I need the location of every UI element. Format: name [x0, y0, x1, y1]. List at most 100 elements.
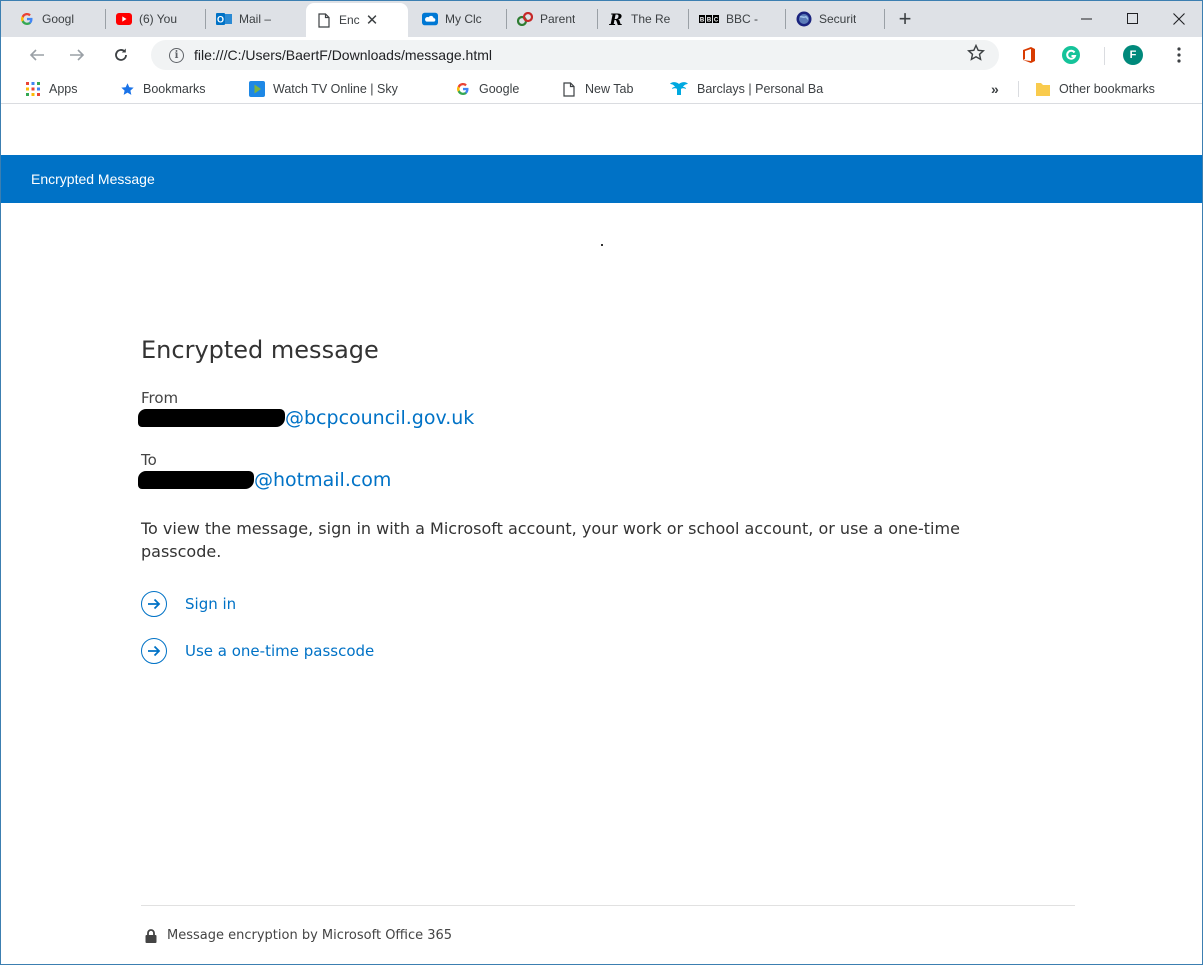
bookmark-label: New Tab — [585, 82, 634, 96]
tab-label: Securit — [819, 12, 857, 26]
toolbar-divider — [1104, 47, 1105, 65]
back-arrow-icon — [29, 49, 44, 61]
cloud-icon — [422, 11, 438, 27]
tab-label: Parent — [540, 12, 576, 26]
apps-grid-icon — [25, 81, 41, 97]
from-address: @bcpcouncil.gov.uk — [138, 407, 1071, 429]
bookmarks-bar: Apps Bookmarks Watch TV Online | Sky Goo… — [1, 74, 1202, 104]
bookmark-watch-tv[interactable]: Watch TV Online | Sky — [249, 74, 445, 104]
bookmark-google[interactable]: Google — [455, 74, 519, 104]
tab-google[interactable]: Googl — [9, 1, 105, 37]
tab-strip: Googl (6) You O Mail – Enc ✕ My Clc Pare… — [1, 1, 1202, 37]
bookmarks-overflow-button[interactable]: » — [991, 74, 999, 104]
bookmark-label: Bookmarks — [143, 82, 206, 96]
redaction-bar — [138, 409, 285, 427]
stray-dot — [601, 244, 603, 246]
from-section: From @bcpcouncil.gov.uk — [138, 389, 1071, 429]
close-tab-icon[interactable]: ✕ — [366, 11, 379, 29]
one-time-passcode-label: Use a one-time passcode — [185, 642, 375, 660]
tab-label: Mail – — [239, 12, 272, 26]
minimize-button[interactable] — [1064, 1, 1110, 37]
bookmark-new-tab[interactable]: New Tab — [561, 74, 633, 104]
from-label: From — [141, 389, 179, 407]
to-address: @hotmail.com — [138, 469, 1071, 491]
tab-separator — [884, 9, 885, 29]
globe-icon — [796, 11, 812, 27]
tab-label: The Re — [631, 12, 671, 26]
sign-in-label: Sign in — [185, 595, 237, 613]
the-r-icon: R — [609, 9, 623, 29]
address-url[interactable]: file:///C:/Users/BaertF/Downloads/messag… — [194, 47, 492, 63]
back-button[interactable] — [23, 41, 51, 69]
redaction-bar — [138, 471, 254, 489]
bookmark-apps[interactable]: Apps — [25, 74, 78, 104]
footer-text: Message encryption by Microsoft Office 3… — [145, 928, 452, 943]
one-time-passcode-link[interactable]: Use a one-time passcode — [141, 638, 1071, 664]
menu-icon[interactable] — [1169, 45, 1189, 65]
close-window-button[interactable] — [1156, 1, 1202, 37]
app-header: Encrypted Message — [1, 155, 1202, 203]
parent-icon — [517, 11, 533, 27]
forward-button[interactable] — [63, 41, 91, 69]
footer: Message encryption by Microsoft Office 3… — [141, 905, 1075, 964]
play-icon — [249, 81, 265, 97]
bookmark-label: Watch TV Online | Sky — [273, 82, 398, 96]
bookmark-label: Google — [479, 82, 520, 96]
star-icon — [119, 81, 135, 97]
tab-security[interactable]: Securit — [786, 1, 884, 37]
tab-encrypted-message[interactable]: Enc ✕ — [306, 3, 408, 37]
address-bar[interactable]: i file:///C:/Users/BaertF/Downloads/mess… — [151, 40, 999, 70]
footer-label: Message encryption by Microsoft Office 3… — [167, 928, 453, 943]
youtube-icon — [116, 11, 132, 27]
message-panel: Encrypted message From @bcpcouncil.gov.u… — [138, 333, 1071, 664]
bookmark-star-icon[interactable] — [966, 43, 986, 67]
arrow-circle-icon — [141, 638, 167, 664]
other-bookmarks-label: Other bookmarks — [1059, 82, 1155, 96]
bookmark-barclays[interactable]: Barclays | Personal Ba — [669, 74, 857, 104]
from-domain: @bcpcouncil.gov.uk — [285, 407, 475, 429]
sign-in-link[interactable]: Sign in — [141, 591, 1071, 617]
reload-button[interactable] — [107, 41, 135, 69]
profile-initial: F — [1129, 49, 1137, 61]
tab-the-register[interactable]: R The Re — [598, 1, 688, 37]
info-icon[interactable]: i — [169, 47, 184, 63]
folder-icon — [1035, 81, 1051, 97]
tab-youtube[interactable]: (6) You — [106, 1, 205, 37]
tab-parent[interactable]: Parent — [507, 1, 597, 37]
bookmarks-divider — [1018, 81, 1019, 97]
arrow-circle-icon — [141, 591, 167, 617]
tab-label: (6) You — [139, 12, 178, 26]
google-icon — [19, 11, 35, 27]
to-label: To — [141, 451, 157, 469]
svg-text:B: B — [707, 18, 712, 24]
page-title: Encrypted message — [141, 336, 379, 364]
grammarly-icon[interactable] — [1061, 45, 1081, 65]
maximize-button[interactable] — [1110, 1, 1156, 37]
browser-window: Googl (6) You O Mail – Enc ✕ My Clc Pare… — [0, 0, 1203, 965]
document-icon — [561, 81, 577, 97]
lock-icon — [145, 928, 157, 943]
outlook-icon: O — [216, 11, 232, 27]
tab-label: Googl — [42, 12, 75, 26]
bookmark-label: Apps — [49, 82, 78, 96]
new-tab-button[interactable]: + — [891, 1, 919, 37]
to-section: To @hotmail.com — [138, 451, 1071, 491]
profile-avatar[interactable]: F — [1123, 45, 1143, 65]
tab-label: Enc — [339, 13, 360, 27]
office-extension-icon[interactable] — [1019, 45, 1039, 65]
eagle-icon — [669, 81, 689, 97]
tab-label: My Clc — [445, 12, 482, 26]
to-domain: @hotmail.com — [254, 469, 392, 491]
svg-text:B: B — [700, 18, 705, 24]
tab-mail[interactable]: O Mail – — [206, 1, 302, 37]
actions-list: Sign in Use a one-time passcode — [141, 591, 1071, 664]
tab-bbc[interactable]: BBC BBC - — [689, 1, 785, 37]
reload-icon — [115, 48, 127, 61]
app-header-title: Encrypted Message — [31, 171, 155, 187]
google-icon — [455, 81, 471, 97]
tab-my-cloud[interactable]: My Clc — [412, 1, 506, 37]
bookmark-bookmarks[interactable]: Bookmarks — [119, 74, 206, 104]
other-bookmarks[interactable]: Other bookmarks — [1035, 74, 1155, 104]
svg-text:C: C — [714, 18, 719, 24]
tab-list: Googl (6) You O Mail – Enc ✕ My Clc Pare… — [9, 1, 919, 37]
